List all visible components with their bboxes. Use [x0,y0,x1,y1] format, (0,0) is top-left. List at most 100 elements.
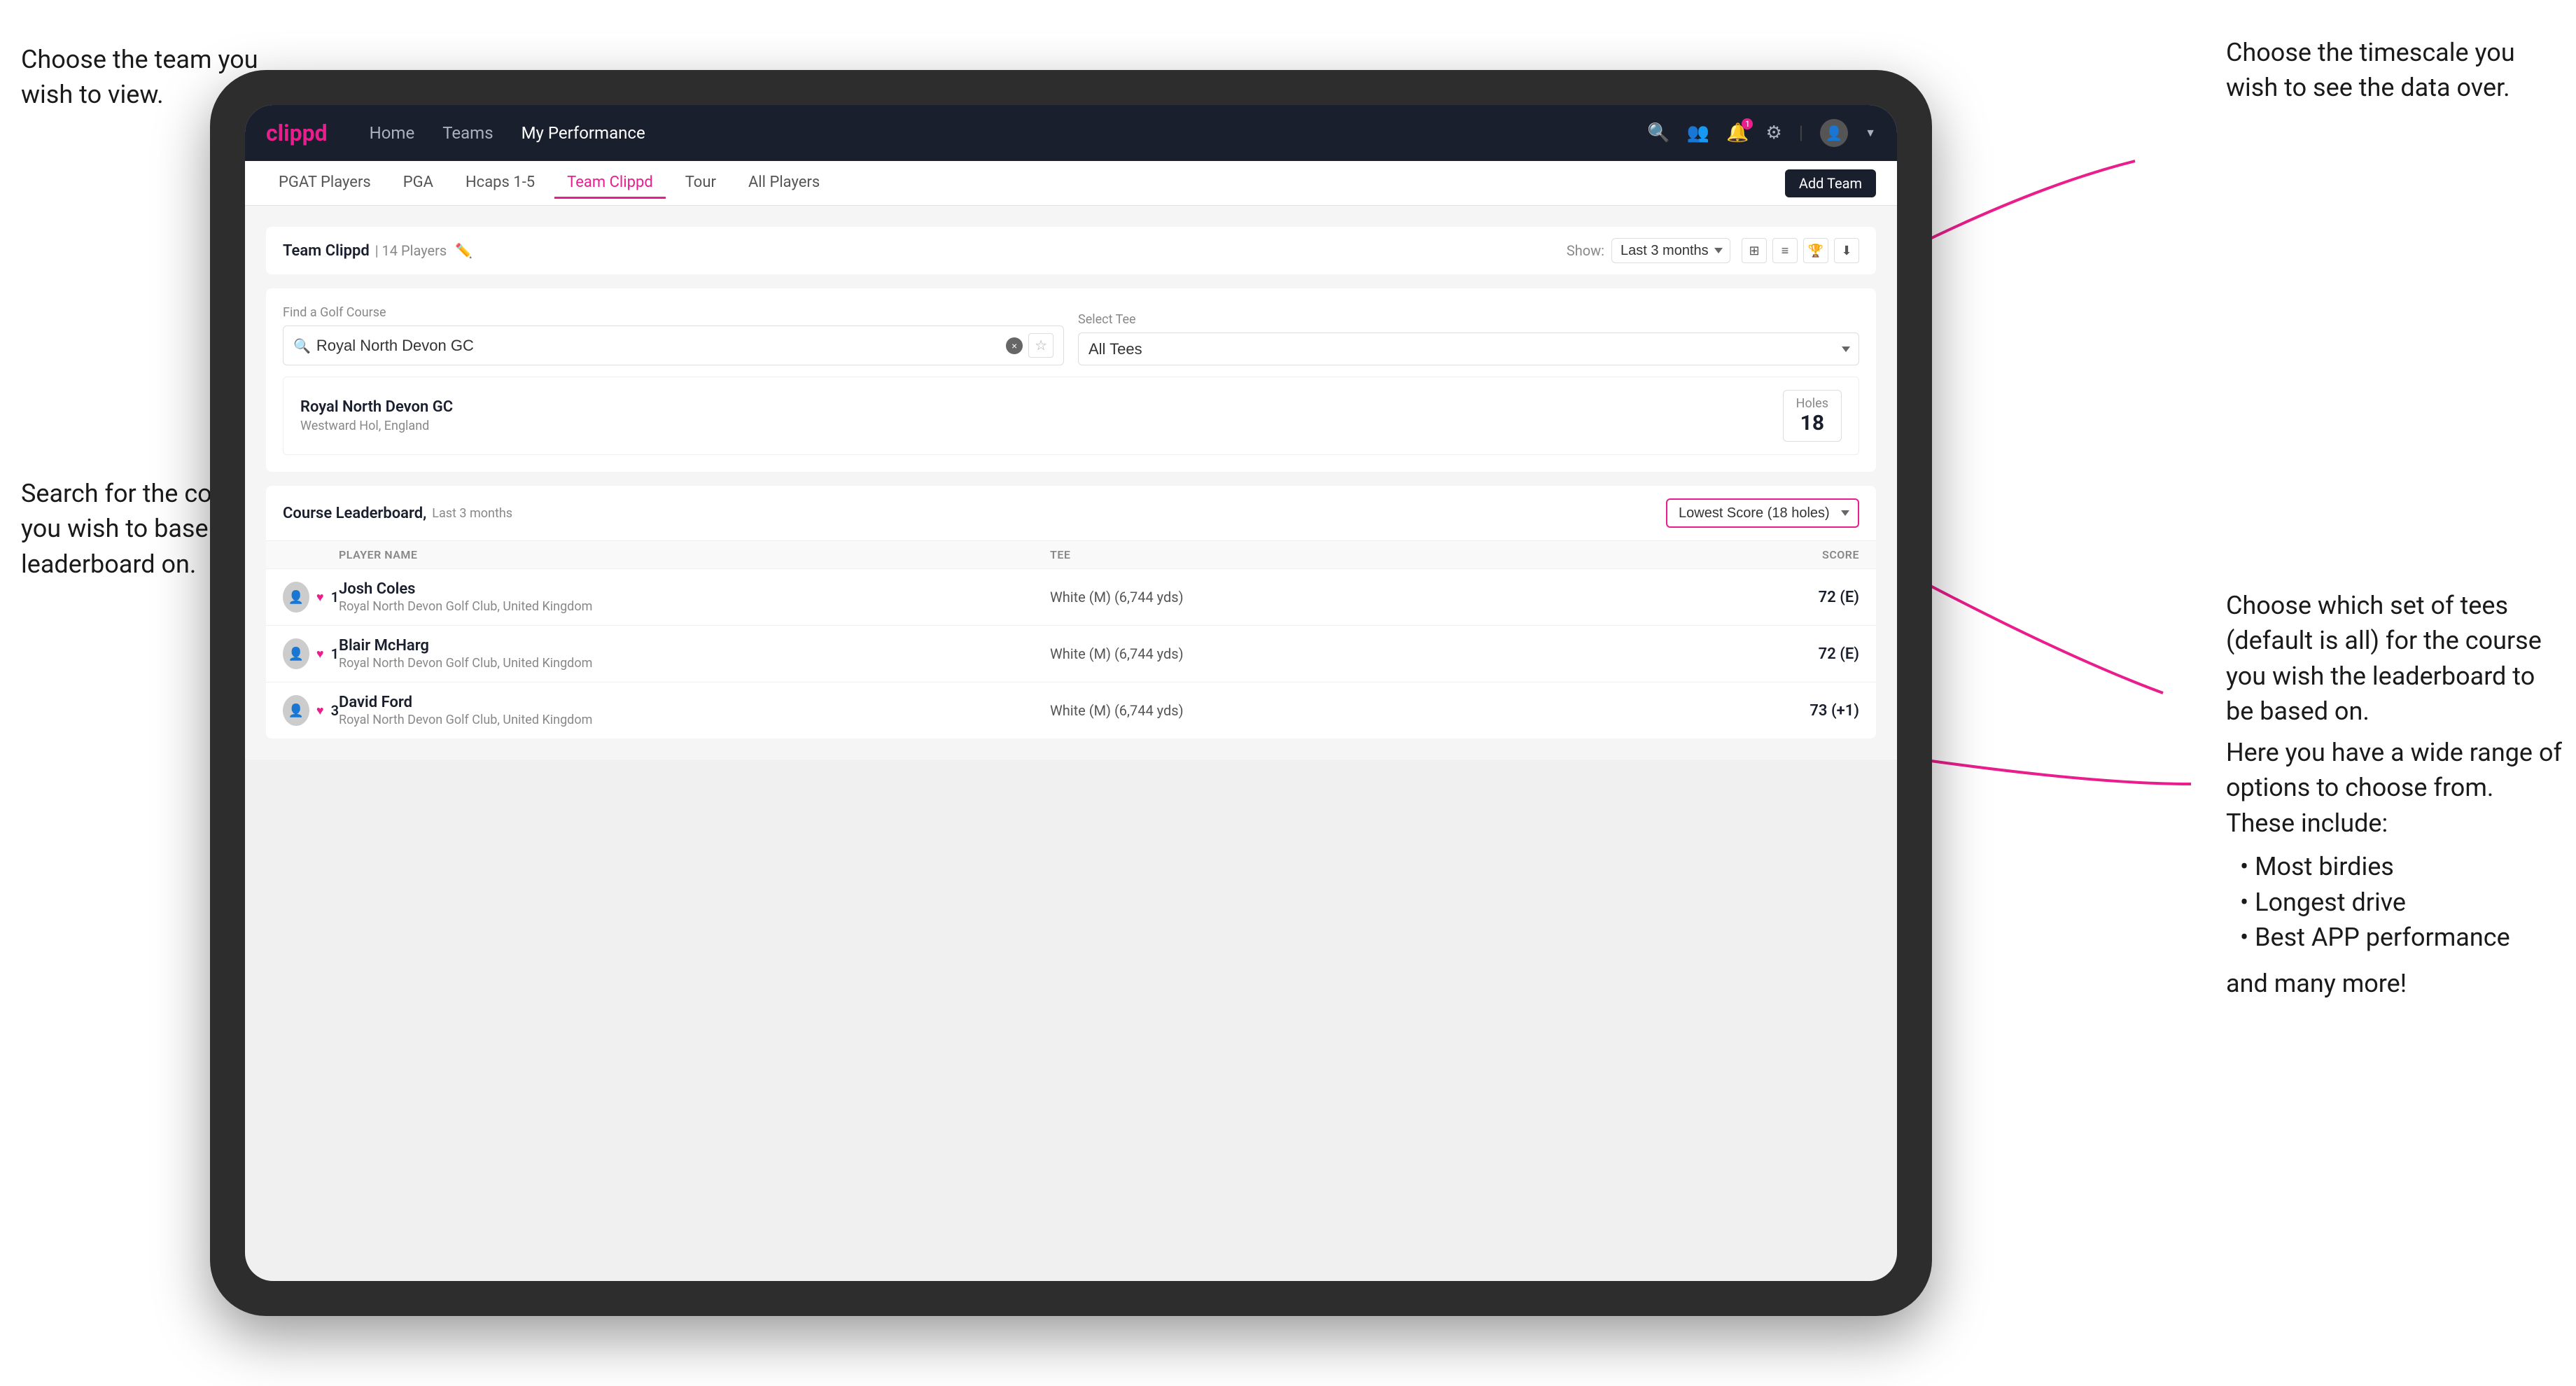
nav-home[interactable]: Home [370,123,415,143]
select-tee-label: Select Tee [1078,312,1859,327]
annotation-options-list: Most birdies Longest drive Best APP perf… [2226,849,2562,955]
main-content: Team Clippd | 14 Players ✏️ Show: Last m… [245,206,1897,760]
bell-icon[interactable]: 🔔 1 [1726,122,1749,144]
heart-icon-2[interactable]: ♥ [316,647,324,662]
team-count: | 14 Players [375,242,447,259]
nav-teams[interactable]: Teams [442,123,493,143]
table-row: 👤 ♥ 3 David Ford Royal North Devon Golf … [266,682,1876,738]
course-result-name: Royal North Devon GC [300,398,453,416]
add-team-button[interactable]: Add Team [1785,169,1876,197]
nav-my-performance[interactable]: My Performance [522,123,645,143]
course-search-group: Find a Golf Course 🔍 × ☆ [283,305,1064,365]
favorite-button[interactable]: ☆ [1028,333,1054,358]
heart-icon-3[interactable]: ♥ [316,704,324,718]
subnav-tour[interactable]: Tour [673,168,729,199]
edit-team-icon[interactable]: ✏️ [455,242,472,259]
tee-select[interactable]: All Tees White Yellow Red [1078,332,1859,365]
tee-cell-1: White (M) (6,744 yds) [1050,589,1761,606]
user-avatar[interactable]: 👤 [1820,119,1848,147]
list-view-icon[interactable]: ≡ [1772,238,1798,263]
course-search-input[interactable] [316,337,1000,355]
settings-icon[interactable]: ⚙ [1765,122,1782,144]
search-area: Find a Golf Course 🔍 × ☆ Select Tee All … [266,288,1876,472]
avatar-3: 👤 [283,695,309,726]
score-cell-1: 72 (E) [1761,589,1859,606]
subnav-all-players[interactable]: All Players [736,168,832,199]
rank-1: 1 [331,589,339,606]
holes-value: 18 [1796,411,1828,435]
rank-cell-2: 👤 ♥ 1 [283,638,339,669]
app-logo: clippd [266,120,328,146]
trophy-icon[interactable]: 🏆 [1803,238,1828,263]
subnav-hcaps[interactable]: Hcaps 1-5 [453,168,547,199]
annotation-bottom-right: Here you have a wide range of options to… [2226,735,2562,1002]
nav-icons-group: 🔍 👥 🔔 1 ⚙ | 👤 ▼ [1647,119,1876,147]
holes-label: Holes [1796,396,1828,411]
score-cell-3: 73 (+1) [1761,702,1859,720]
rank-2: 1 [331,645,339,662]
course-result-info: Royal North Devon GC Westward Hol, Engla… [300,398,453,433]
tee-select-group: Select Tee All Tees White Yellow Red [1078,312,1859,365]
annotation-middle-right-text: Choose which set of tees (default is all… [2226,591,2542,726]
player-info-3: David Ford Royal North Devon Golf Club, … [339,694,1050,727]
player-info-1: Josh Coles Royal North Devon Golf Club, … [339,580,1050,614]
table-header: PLAYER NAME TEE SCORE [266,541,1876,569]
grid-view-icon[interactable]: ⊞ [1742,238,1767,263]
team-header: Team Clippd | 14 Players ✏️ Show: Last m… [266,227,1876,274]
player-name-2: Blair McHarg [339,637,1050,654]
player-name-3: David Ford [339,694,1050,711]
col-rank [283,548,339,561]
subnav-pgat-players[interactable]: PGAT Players [266,168,384,199]
player-info-2: Blair McHarg Royal North Devon Golf Club… [339,637,1050,671]
view-icons-group: ⊞ ≡ 🏆 ⬇ [1742,238,1859,263]
course-result-location: Westward Hol, England [300,419,453,433]
show-label: Show: [1567,242,1604,259]
team-title: Team Clippd [283,242,370,260]
search-row: Find a Golf Course 🔍 × ☆ Select Tee All … [283,305,1859,365]
course-result: Royal North Devon GC Westward Hol, Engla… [283,377,1859,455]
leaderboard: Course Leaderboard, Last 3 months Lowest… [266,486,1876,738]
annotation-top-right: Choose the timescale you wish to see the… [2226,35,2562,106]
player-club-2: Royal North Devon Golf Club, United King… [339,656,1050,671]
leaderboard-header: Course Leaderboard, Last 3 months Lowest… [266,486,1876,541]
player-name-1: Josh Coles [339,580,1050,598]
score-select-wrap: Lowest Score (18 holes) Most Birdies Lon… [1666,498,1859,528]
col-tee: TEE [1050,548,1761,561]
heart-icon-1[interactable]: ♥ [316,590,324,605]
avatar-dropdown-icon[interactable]: ▼ [1865,126,1876,140]
notification-badge: 1 [1742,118,1753,130]
table-row: 👤 ♥ 1 Blair McHarg Royal North Devon Gol… [266,626,1876,682]
find-course-label: Find a Golf Course [283,305,1064,320]
annotation-footer: and many more! [2226,969,2407,998]
divider: | [1799,122,1803,144]
subnav-team-clippd[interactable]: Team Clippd [554,168,666,199]
search-input-wrap: 🔍 × ☆ [283,326,1064,365]
people-icon[interactable]: 👥 [1687,122,1709,144]
tablet-device: clippd Home Teams My Performance 🔍 👥 🔔 1… [210,70,1932,1316]
show-period-select[interactable]: Last month Last 3 months Last 6 months L… [1611,238,1730,263]
rank-3: 3 [331,702,339,719]
annotation-middle-right: Choose which set of tees (default is all… [2226,588,2562,729]
rank-cell-3: 👤 ♥ 3 [283,695,339,726]
table-row: 👤 ♥ 1 Josh Coles Royal North Devon Golf … [266,569,1876,626]
leaderboard-subtitle: Last 3 months [432,506,512,521]
subnav: PGAT Players PGA Hcaps 1-5 Team Clippd T… [245,161,1897,206]
download-icon[interactable]: ⬇ [1834,238,1859,263]
annotation-bottom-right-intro: Here you have a wide range of options to… [2226,738,2562,838]
subnav-pga[interactable]: PGA [391,168,446,199]
leaderboard-title: Course Leaderboard, [283,505,426,522]
search-icon[interactable]: 🔍 [1647,122,1670,144]
avatar-2: 👤 [283,638,309,669]
tee-cell-2: White (M) (6,744 yds) [1050,645,1761,662]
player-club-1: Royal North Devon Golf Club, United King… [339,599,1050,614]
option-longest-drive: Longest drive [2240,885,2562,920]
annotation-top-right-text: Choose the timescale you wish to see the… [2226,38,2515,102]
rank-cell-1: 👤 ♥ 1 [283,582,339,612]
navbar: clippd Home Teams My Performance 🔍 👥 🔔 1… [245,105,1897,161]
col-score: SCORE [1761,548,1859,561]
col-player-name: PLAYER NAME [339,548,1050,561]
tee-cell-3: White (M) (6,744 yds) [1050,702,1761,719]
score-type-select[interactable]: Lowest Score (18 holes) Most Birdies Lon… [1666,498,1859,528]
clear-search-button[interactable]: × [1006,337,1023,354]
option-best-app: Best APP performance [2240,920,2562,955]
